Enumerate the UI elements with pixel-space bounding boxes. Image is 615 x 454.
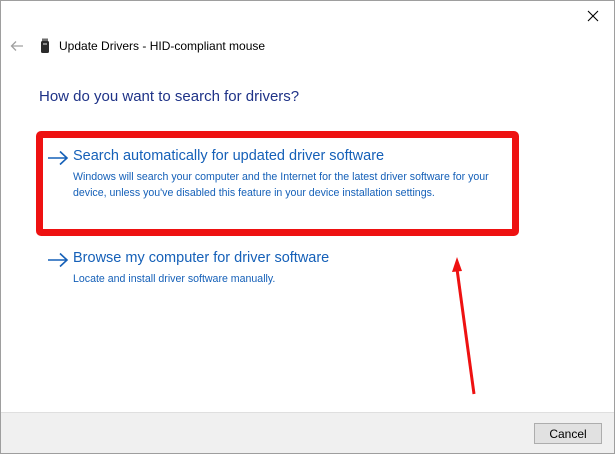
close-button[interactable] <box>572 1 614 31</box>
option-description: Locate and install driver software manua… <box>73 273 276 285</box>
device-icon <box>41 38 49 53</box>
cancel-button[interactable]: Cancel <box>534 423 602 444</box>
window-title: Update Drivers - HID-compliant mouse <box>59 39 266 53</box>
option-description: Windows will search your computer and th… <box>73 171 489 199</box>
page-heading: How do you want to search for drivers? <box>39 88 300 105</box>
option-title: Browse my computer for driver software <box>73 250 330 266</box>
option-title: Search automatically for updated driver … <box>73 148 385 164</box>
arrow-right-icon <box>48 252 69 268</box>
dialog-footer: Cancel <box>1 412 614 453</box>
back-arrow-icon <box>10 41 23 51</box>
back-button[interactable] <box>7 37 27 55</box>
update-drivers-dialog: Update Drivers - HID-compliant mouse How… <box>0 0 615 454</box>
arrow-right-icon <box>48 150 69 166</box>
close-icon <box>587 10 599 22</box>
